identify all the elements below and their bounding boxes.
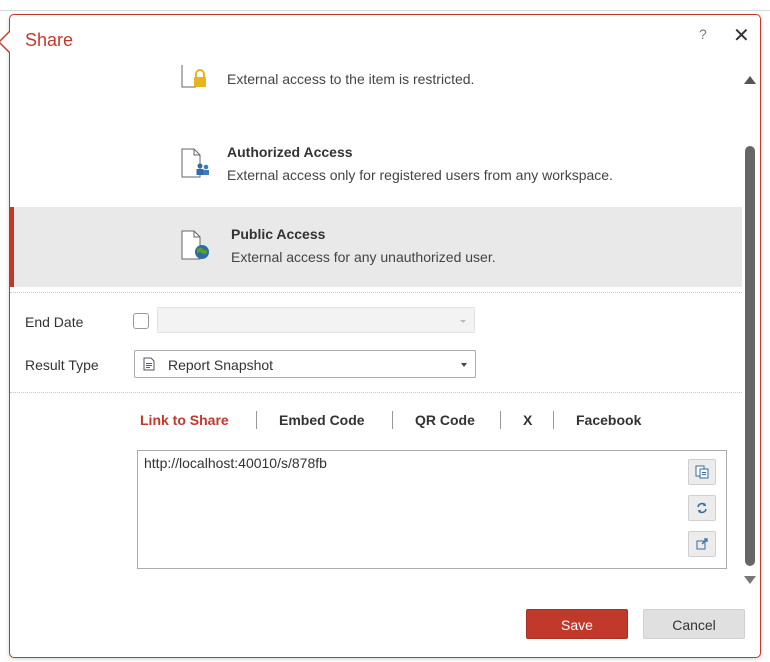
page-top-divider (0, 10, 770, 11)
access-option-title: Public Access (231, 226, 326, 242)
tab-x[interactable]: X (523, 412, 532, 428)
refresh-icon (697, 502, 707, 514)
result-type-label: Result Type (25, 357, 99, 373)
copy-icon (695, 465, 709, 479)
tab-divider (500, 411, 501, 429)
tab-qr-code[interactable]: QR Code (415, 412, 475, 428)
document-globe-icon (181, 230, 209, 260)
access-option-description: External access to the item is restricte… (227, 71, 475, 87)
tab-divider (553, 411, 554, 429)
save-button[interactable]: Save (526, 609, 628, 639)
end-date-label: End Date (25, 314, 84, 330)
access-options-list: External access to the item is restricte… (10, 57, 742, 293)
result-type-value: Report Snapshot (168, 357, 274, 373)
dialog-pointer-inner (0, 31, 11, 53)
share-link-box[interactable]: http://localhost:40010/s/878fb (137, 450, 727, 569)
document-lock-icon (181, 65, 206, 88)
report-icon (143, 357, 155, 371)
section-divider (10, 292, 742, 293)
scroll-down-arrow[interactable] (744, 576, 756, 584)
access-option-public[interactable]: Public Access External access for any un… (10, 207, 742, 287)
cancel-button[interactable]: Cancel (643, 609, 745, 639)
dialog-title: Share (25, 30, 74, 50)
access-option-title: Authorized Access (227, 144, 353, 160)
share-link-url[interactable]: http://localhost:40010/s/878fb (144, 455, 327, 471)
document-users-icon (181, 148, 209, 178)
share-dialog: Share ? ✕ External access to the item is… (0, 14, 761, 658)
chevron-down-icon (461, 363, 467, 367)
end-date-field[interactable] (157, 307, 475, 333)
access-option-description: External access only for registered user… (227, 167, 613, 183)
tab-divider (256, 411, 257, 429)
section-divider (10, 392, 742, 393)
tab-embed-code[interactable]: Embed Code (279, 412, 365, 428)
close-button[interactable]: ✕ (733, 23, 750, 48)
access-option-restricted[interactable]: External access to the item is restricte… (10, 57, 742, 115)
result-type-select[interactable]: Report Snapshot (134, 350, 476, 378)
help-button[interactable]: ? (699, 26, 707, 42)
end-date-dropdown-icon (460, 320, 466, 323)
tab-link-to-share[interactable]: Link to Share (140, 412, 229, 428)
access-option-authorized[interactable]: Authorized Access External access only f… (10, 125, 742, 205)
open-link-button[interactable] (688, 531, 716, 557)
scrollbar-thumb[interactable] (745, 146, 755, 566)
regenerate-link-button[interactable] (688, 495, 716, 521)
open-external-icon (696, 538, 708, 550)
access-option-description: External access for any unauthorized use… (231, 249, 496, 265)
copy-link-button[interactable] (688, 459, 716, 485)
scroll-up-arrow[interactable] (744, 76, 756, 84)
tab-divider (392, 411, 393, 429)
end-date-checkbox[interactable] (133, 313, 149, 329)
tab-facebook[interactable]: Facebook (576, 412, 641, 428)
